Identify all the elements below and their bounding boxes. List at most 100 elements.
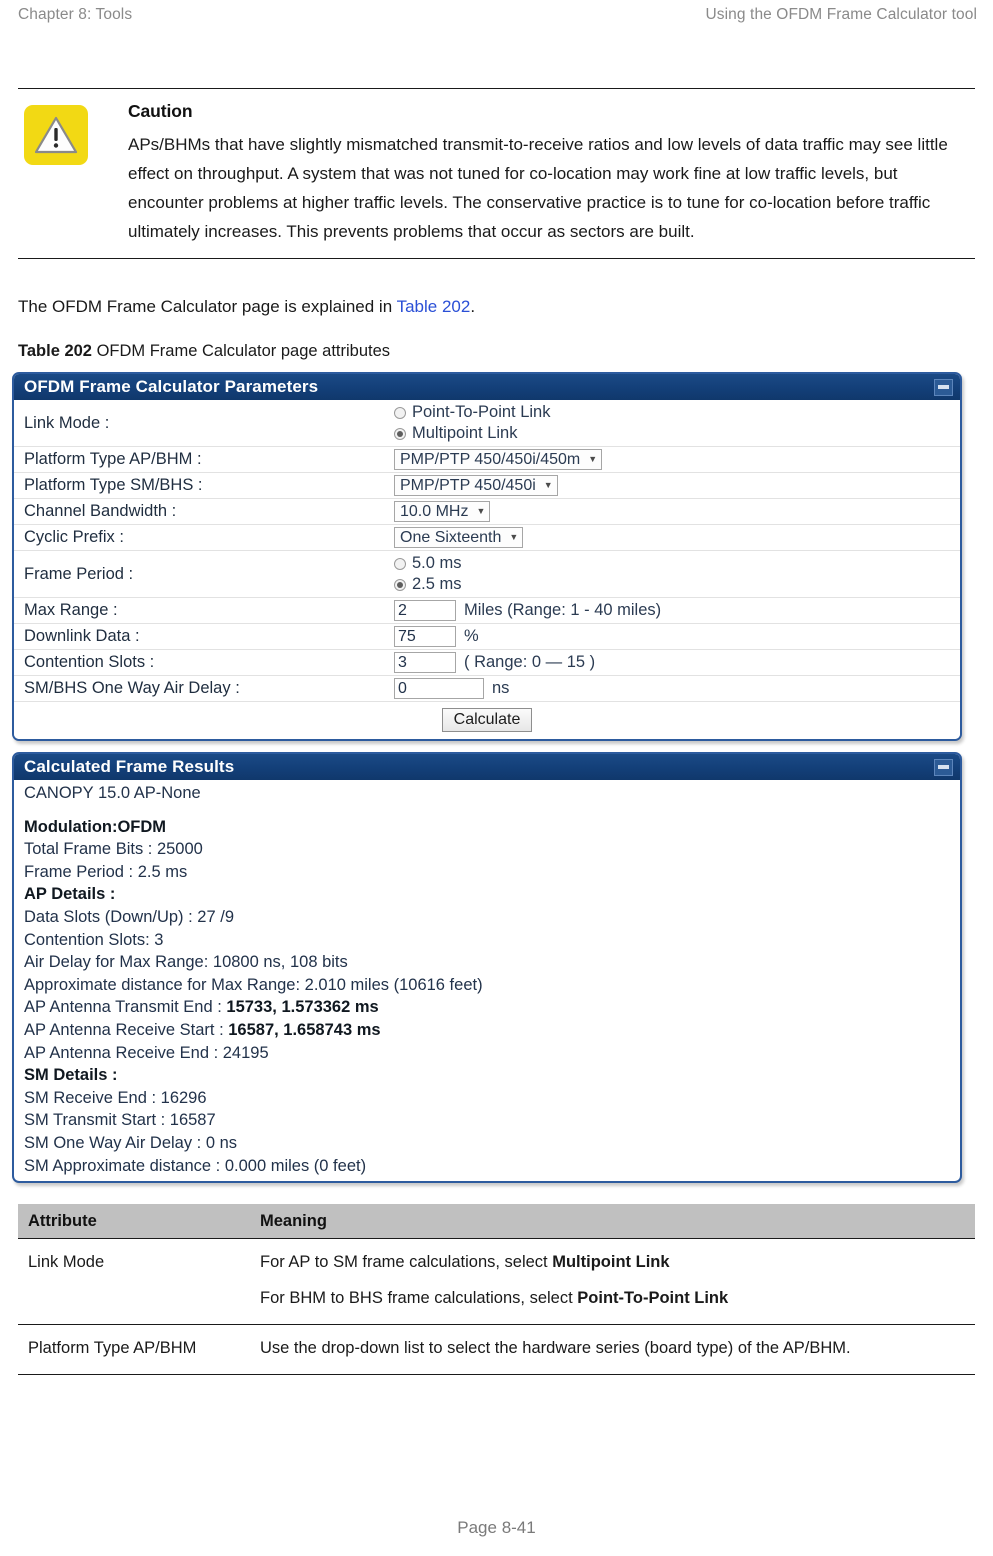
radio-frame-period-2-5ms[interactable]: 2.5 ms: [394, 575, 462, 594]
results-line-text: Contention Slots: 3: [24, 930, 164, 949]
contention-slots-input[interactable]: 3: [394, 652, 456, 673]
results-line: Approximate distance for Max Range: 2.01…: [24, 974, 960, 997]
channel-bandwidth-label: Channel Bandwidth :: [24, 502, 177, 520]
row-link-mode: Link Mode : Point-To-Point Link Multipoi…: [14, 400, 960, 447]
row-cyclic-prefix: Cyclic Prefix : One Sixteenth ▼: [14, 525, 960, 551]
results-line: Modulation:OFDM: [24, 816, 960, 839]
results-line: Total Frame Bits : 25000: [24, 838, 960, 861]
downlink-data-input[interactable]: 75: [394, 626, 456, 647]
table-row: Link Mode For AP to SM frame calculations…: [18, 1238, 975, 1325]
platform-type-sm-label: Platform Type SM/BHS :: [24, 476, 203, 494]
row-max-range: Max Range : 2 Miles (Range: 1 - 40 miles…: [14, 598, 960, 624]
radio-label-frame-period-2-5ms: 2.5 ms: [412, 575, 462, 593]
ofdm-parameters-panel-header: OFDM Frame Calculator Parameters: [14, 374, 960, 400]
table-202-cross-reference-link[interactable]: Table 202: [397, 297, 471, 316]
air-delay-input[interactable]: 0: [394, 678, 484, 699]
results-line: Frame Period : 2.5 ms: [24, 861, 960, 884]
caution-title: Caution: [128, 101, 193, 121]
results-line-text: Data Slots (Down/Up) : 27 /9: [24, 907, 235, 926]
chevron-down-icon: ▼: [543, 480, 553, 490]
minimize-icon[interactable]: [934, 378, 953, 396]
platform-type-ap-label: Platform Type AP/BHM :: [24, 450, 202, 468]
ofdm-parameters-rows: Link Mode : Point-To-Point Link Multipoi…: [14, 400, 960, 739]
results-line: SM Receive End : 16296: [24, 1087, 960, 1110]
max-range-input[interactable]: 2: [394, 600, 456, 621]
intro-text-before: The OFDM Frame Calculator page is explai…: [18, 297, 397, 316]
radio-label-multipoint: Multipoint Link: [412, 424, 518, 442]
meaning-line: Use the drop-down list to select the har…: [260, 1335, 965, 1362]
radio-icon-frame-period-5ms[interactable]: [394, 557, 406, 570]
link-mode-label: Link Mode :: [24, 413, 110, 432]
row-frame-period: Frame Period : 5.0 ms 2.5 ms: [14, 551, 960, 598]
cyclic-prefix-select[interactable]: One Sixteenth ▼: [394, 527, 524, 548]
header-chapter-label: Chapter 8: Tools: [18, 6, 133, 23]
results-line-text: AP Antenna Transmit End :: [24, 998, 227, 1017]
max-range-unit-label: Miles (Range: 1 - 40 miles): [464, 601, 662, 619]
results-line-text: Frame Period : 2.5 ms: [24, 862, 188, 881]
results-line-text: Total Frame Bits : 25000: [24, 840, 203, 859]
frame-period-label: Frame Period :: [24, 564, 134, 583]
platform-type-sm-select[interactable]: PMP/PTP 450/450i ▼: [394, 475, 558, 496]
attribute-name-cell: Platform Type AP/BHM: [18, 1324, 250, 1375]
results-line: CANOPY 15.0 AP-None: [24, 782, 960, 805]
channel-bandwidth-select[interactable]: 10.0 MHz ▼: [394, 501, 491, 522]
table-caption: Table 202 OFDM Frame Calculator page att…: [18, 342, 975, 361]
row-platform-type-sm-bhs: Platform Type SM/BHS : PMP/PTP 450/450i …: [14, 473, 960, 499]
attributes-table: Attribute Meaning Link Mode For AP to SM …: [18, 1204, 975, 1375]
caution-icon-cell: [18, 99, 128, 246]
chevron-down-icon: ▼: [476, 506, 486, 516]
platform-type-sm-value: PMP/PTP 450/450i: [400, 476, 536, 494]
radio-frame-period-5ms[interactable]: 5.0 ms: [394, 554, 462, 573]
results-line-text: Approximate distance for Max Range: 2.01…: [24, 975, 483, 994]
row-contention-slots: Contention Slots : 3 ( Range: 0 — 15 ): [14, 650, 960, 676]
results-line: SM Transmit Start : 16587: [24, 1109, 960, 1132]
frame-period-radio-group: 5.0 ms 2.5 ms: [394, 551, 462, 597]
results-line-text: AP Antenna Receive Start :: [24, 1020, 229, 1039]
platform-type-ap-select[interactable]: PMP/PTP 450/450i/450m ▼: [394, 449, 603, 470]
results-line-text: CANOPY 15.0 AP-None: [24, 784, 201, 802]
results-line: AP Details :: [24, 883, 960, 906]
results-line-text: AP Details :: [24, 885, 116, 904]
results-line-text: SM Transmit Start : 16587: [24, 1111, 216, 1130]
cyclic-prefix-label: Cyclic Prefix :: [24, 528, 124, 546]
results-line-value: 16587, 1.658743 ms: [228, 1020, 381, 1039]
results-line-spacer: [24, 805, 960, 816]
link-mode-radio-group: Point-To-Point Link Multipoint Link: [394, 400, 551, 446]
downlink-data-label: Downlink Data :: [24, 627, 140, 645]
meaning-line: For AP to SM frame calculations, select …: [260, 1249, 965, 1276]
radio-icon-point-to-point[interactable]: [394, 406, 406, 419]
row-downlink-data: Downlink Data : 75 %: [14, 624, 960, 650]
attribute-meaning-cell: For AP to SM frame calculations, select …: [250, 1238, 975, 1325]
intro-text-after: .: [470, 297, 476, 316]
meaning-text: For BHM to BHS frame calculations, selec…: [260, 1289, 578, 1307]
caution-body: Caution APs/BHMs that have slightly mism…: [128, 99, 975, 246]
radio-point-to-point-link[interactable]: Point-To-Point Link: [394, 403, 551, 422]
caution-admonition: Caution APs/BHMs that have slightly mism…: [18, 88, 975, 259]
calculated-frame-results-panel: Calculated Frame Results CANOPY 15.0 AP-…: [12, 752, 962, 1184]
radio-icon-multipoint[interactable]: [394, 427, 406, 440]
air-delay-unit-label: ns: [492, 679, 510, 697]
caution-text: APs/BHMs that have slightly mismatched t…: [128, 135, 948, 241]
radio-icon-frame-period-2-5ms[interactable]: [394, 578, 406, 591]
ofdm-frame-calculator-screenshot: OFDM Frame Calculator Parameters Link Mo…: [12, 372, 962, 1194]
meaning-line: For BHM to BHS frame calculations, selec…: [260, 1285, 965, 1312]
max-range-label: Max Range :: [24, 601, 118, 619]
minimize-icon[interactable]: [934, 758, 953, 776]
column-header-meaning: Meaning: [250, 1204, 975, 1239]
radio-multipoint-link[interactable]: Multipoint Link: [394, 424, 551, 443]
meaning-text: Use the drop-down list to select the har…: [260, 1339, 851, 1357]
results-line: Air Delay for Max Range: 10800 ns, 108 b…: [24, 951, 960, 974]
calculated-frame-results-body: CANOPY 15.0 AP-None Modulation:OFDM Total …: [14, 780, 960, 1181]
radio-label-frame-period-5ms: 5.0 ms: [412, 554, 462, 572]
results-line-text: SM Details :: [24, 1066, 118, 1085]
intro-paragraph: The OFDM Frame Calculator page is explai…: [18, 294, 975, 320]
calculate-button[interactable]: Calculate: [441, 708, 533, 732]
chevron-down-icon: ▼: [509, 532, 519, 542]
attributes-table-header-row: Attribute Meaning: [18, 1204, 975, 1239]
channel-bandwidth-value: 10.0 MHz: [400, 502, 469, 520]
contention-slots-label: Contention Slots :: [24, 653, 155, 671]
results-line-text: SM One Way Air Delay : 0 ns: [24, 1133, 238, 1152]
chevron-down-icon: ▼: [588, 454, 598, 464]
attribute-name-cell: Link Mode: [18, 1238, 250, 1325]
page-footer: Page 8-41: [457, 1518, 536, 1537]
